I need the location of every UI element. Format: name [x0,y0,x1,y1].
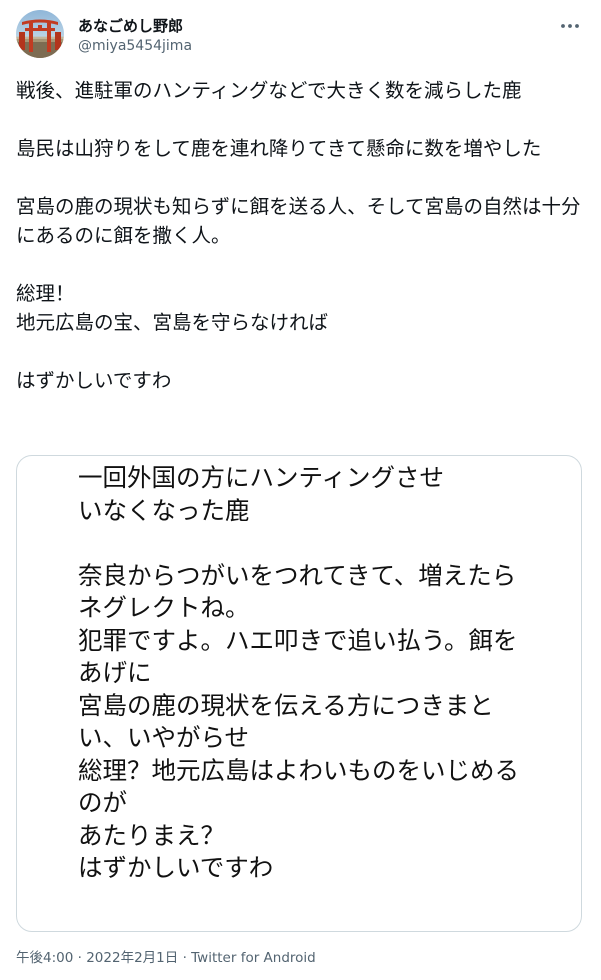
user-display-name[interactable]: あなごめし野郎 [78,16,183,36]
image-text: 一回外国の方にハンティングさせ いなくなった鹿 奈良からつがいをつれてきて、増え… [78,462,568,885]
user-handle[interactable]: @miya5454jima [78,37,192,55]
image-text-line: のが [78,788,127,817]
tweet-text: 戦後、進駐軍のハンティングなどで大きく数を減らした鹿 島民は山狩りをして鹿を連れ… [16,76,584,395]
image-text-line: い、いやがらせ [78,723,250,752]
tweet-paragraph: 島民は山狩りをして鹿を連れ降りてきて懸命に数を増やした [16,137,542,160]
image-text-line: 奈良からつがいをつれてきて、増えたら [78,560,517,590]
image-text-line: 宮島の鹿の現状を伝える方につきまと [78,690,494,720]
tweet-date[interactable]: 2022年2月1日 [86,950,178,966]
image-text-line: いなくなった鹿 [78,495,250,525]
meta-separator: · [182,950,187,966]
user-avatar[interactable] [16,10,64,58]
tweet-paragraph: 戦後、進駐軍のハンティングなどで大きく数を減らした鹿 [16,79,522,102]
tweet-timestamp: 午後4:00 · 2022年2月1日 · Twitter for Android [16,948,316,968]
image-text-line: 総理？地元広島はよわいものをいじめる [78,755,519,785]
image-text-line: ネグレクトね。 [78,593,250,622]
meta-separator: · [77,950,82,966]
image-text-gap [78,527,568,560]
image-text-line: あげに [78,658,152,687]
image-text-line: あたりまえ？ [78,820,225,850]
tweet-source[interactable]: Twitter for Android [191,950,316,966]
tweet-paragraph: 総理！ 地元広島の宝、宮島を守らなければ [16,282,329,334]
tweet-time[interactable]: 午後4:00 [16,950,73,966]
torii-gate-icon [16,19,64,58]
tweet-paragraph: 宮島の鹿の現状も知らずに餌を送る人、そして宮島の自然は十分にあるのに餌を撒く人。 [16,195,581,247]
attached-image[interactable]: 一回外国の方にハンティングさせ いなくなった鹿 奈良からつがいをつれてきて、増え… [16,455,582,932]
image-text-line: 犯罪ですよ。ハエ叩きで追い払う。餌を [78,625,518,655]
tweet-paragraph: はずかしいですわ [16,369,172,392]
image-text-line: はずかしいですわ [78,853,274,882]
more-horizontal-icon[interactable] [558,14,582,38]
tweet-header: あなごめし野郎 @miya5454jima [16,10,584,60]
image-text-line: 一回外国の方にハンティングさせ [78,463,445,492]
